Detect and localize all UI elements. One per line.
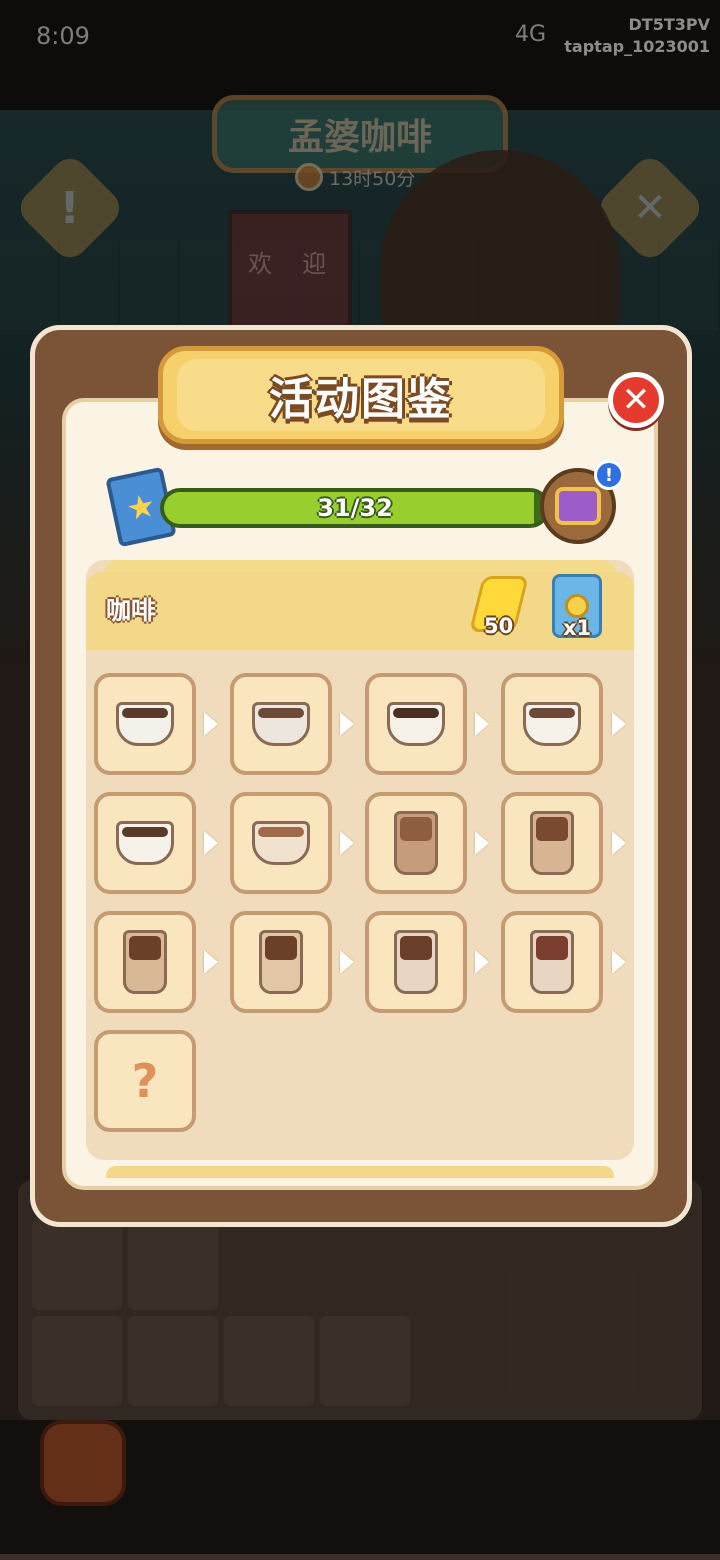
next-arrow-icon xyxy=(612,712,626,736)
modal-title-banner: 活动图鉴 xyxy=(158,346,564,444)
card-reward-count: x1 xyxy=(563,616,592,640)
close-button[interactable]: ✕ xyxy=(608,372,664,428)
drink-surface xyxy=(400,817,432,841)
paper-cup-coffee-icon xyxy=(116,702,174,746)
collection-item-mug-coffee[interactable] xyxy=(230,673,332,775)
next-category-edge xyxy=(106,1166,614,1178)
collection-item-frappe-chocolate[interactable] xyxy=(230,911,332,1013)
latte-art-cake-icon xyxy=(252,821,310,865)
cream-glass-coffee-icon xyxy=(530,811,574,875)
mug-coffee-icon xyxy=(252,702,310,746)
next-arrow-icon xyxy=(340,712,354,736)
next-arrow-icon xyxy=(475,831,489,855)
cup-coffee-icon xyxy=(387,702,445,746)
frappe-wafer-icon xyxy=(123,930,167,994)
iced-glass-coffee-icon xyxy=(394,811,438,875)
next-arrow-icon xyxy=(340,831,354,855)
collection-item-coffee-cup-sugar[interactable] xyxy=(94,792,196,894)
sundae-deluxe-icon xyxy=(530,930,574,994)
next-arrow-icon xyxy=(204,831,218,855)
collection-item-iced-glass-coffee[interactable] xyxy=(365,792,467,894)
key-icon xyxy=(565,594,589,618)
next-arrow-icon xyxy=(612,831,626,855)
drink-surface xyxy=(258,827,304,837)
collection-item-frappe-wafer[interactable] xyxy=(94,911,196,1013)
modal-title: 活动图鉴 xyxy=(269,374,453,425)
next-arrow-icon xyxy=(340,950,354,974)
cup-saucer-teabag-icon xyxy=(523,702,581,746)
collection-item-cream-glass-coffee[interactable] xyxy=(501,792,603,894)
drink-surface xyxy=(258,708,304,718)
star-icon: ★ xyxy=(123,485,159,529)
next-arrow-icon xyxy=(204,950,218,974)
collection-item-unknown[interactable]: ? xyxy=(94,1030,196,1132)
drink-surface xyxy=(122,708,168,718)
drink-surface xyxy=(393,708,439,718)
next-arrow-icon xyxy=(475,950,489,974)
frappe-chocolate-icon xyxy=(259,930,303,994)
collection-item-cup-coffee[interactable] xyxy=(365,673,467,775)
next-arrow-icon xyxy=(612,950,626,974)
collection-progress-bar: 31/32 xyxy=(160,488,550,528)
treasure-chest-icon xyxy=(555,487,601,525)
notification-badge-icon: ! xyxy=(594,460,624,490)
drink-surface xyxy=(265,936,297,960)
drink-surface xyxy=(536,936,568,960)
close-x-icon: ✕ xyxy=(621,380,651,420)
question-mark-icon: ? xyxy=(131,1054,159,1108)
drink-surface xyxy=(529,708,575,718)
collection-item-sundae-deluxe[interactable] xyxy=(501,911,603,1013)
drink-surface xyxy=(536,817,568,841)
coffee-cup-sugar-icon xyxy=(116,821,174,865)
sundae-coffee-icon xyxy=(394,930,438,994)
progress-label: 31/32 xyxy=(317,494,393,522)
collection-item-latte-art-cake[interactable] xyxy=(230,792,332,894)
collection-item-paper-cup-coffee[interactable] xyxy=(94,673,196,775)
next-arrow-icon xyxy=(204,712,218,736)
collection-item-sundae-coffee[interactable] xyxy=(365,911,467,1013)
next-arrow-icon xyxy=(475,712,489,736)
drink-surface xyxy=(122,827,168,837)
energy-reward-count: 50 xyxy=(484,614,514,638)
drink-surface xyxy=(129,936,161,960)
category-name: 咖啡 xyxy=(106,596,157,625)
drink-surface xyxy=(400,936,432,960)
collection-item-cup-saucer-teabag[interactable] xyxy=(501,673,603,775)
